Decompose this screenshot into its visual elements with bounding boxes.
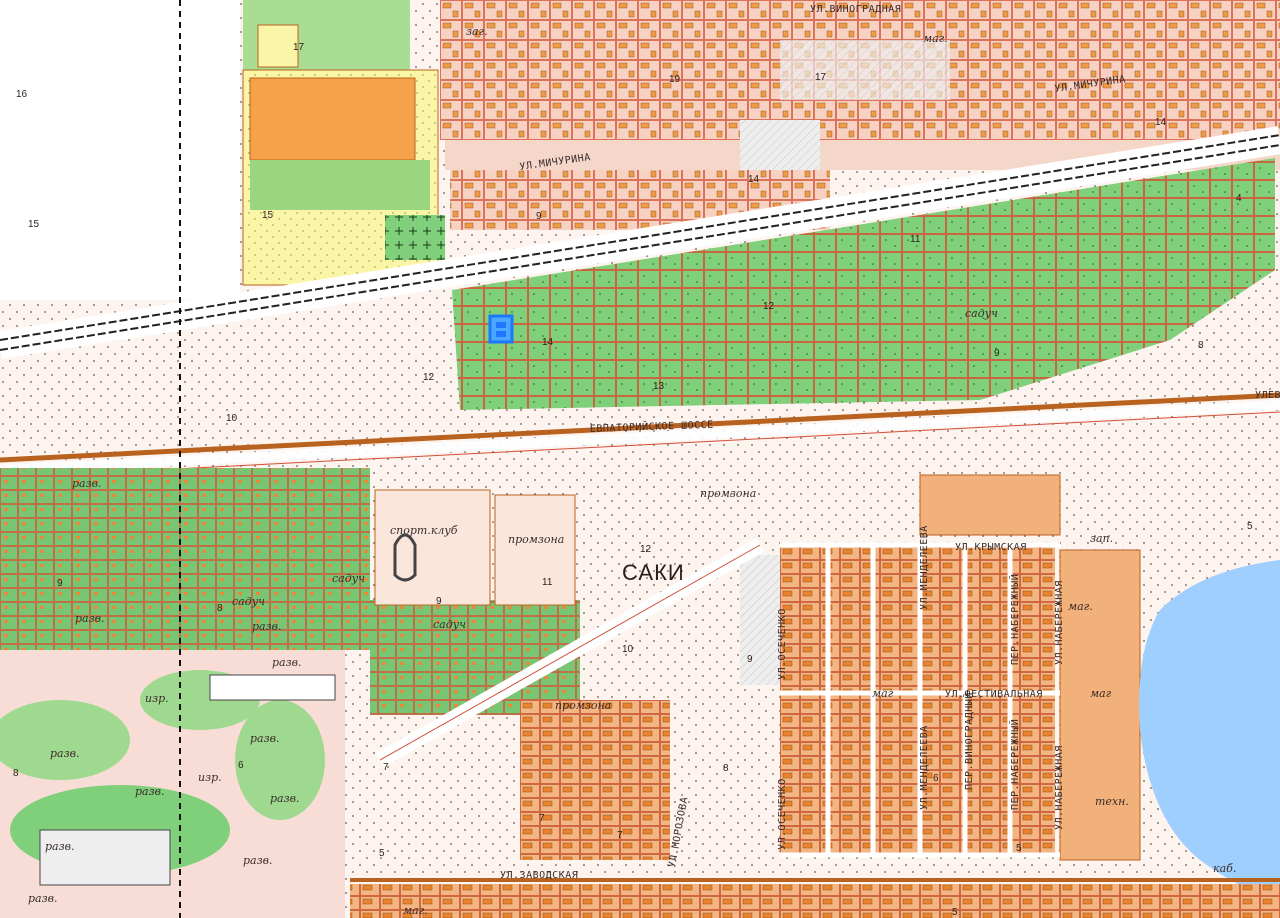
street-label-vinogradnaya: УЛ.ВИНОГРАДНАЯ — [810, 4, 901, 15]
street-label-mendeleeva-2: УЛ.МЕНДЕЛЕЕВА — [919, 725, 930, 810]
label-sad-2: садуч — [332, 572, 365, 585]
topographic-map[interactable]: УЛ.ВИНОГРАДНАЯ УЛ.МИЧУРИНА УЛ.МИЧУРИНА Е… — [0, 0, 1280, 918]
street-label-naberezhnaya-2: УЛ.НАБЕРЕЖНАЯ — [1054, 745, 1065, 830]
number-5d: 5 — [952, 907, 958, 918]
label-razv-5: разв. — [250, 732, 280, 745]
street-label-kuchenko-2: УЛ.ОСЕЧЕНКО — [777, 778, 788, 850]
number-6: 6 — [238, 760, 244, 771]
label-mag-top: маг. — [923, 32, 948, 45]
street-label-ulev: УЛЕВ — [1255, 390, 1280, 401]
number-5: 5 — [379, 848, 385, 859]
number-7c: 7 — [617, 830, 623, 841]
number-8d: 8 — [1198, 340, 1204, 351]
number-7: 7 — [383, 762, 389, 773]
number-13: 13 — [653, 381, 665, 392]
number-9b: 9 — [536, 211, 542, 222]
selected-parcel-marker-icon[interactable] — [488, 314, 514, 344]
label-promzona-1: промзона — [508, 533, 564, 546]
number-10b: 10 — [622, 644, 634, 655]
label-mag-2: маг — [1090, 687, 1112, 700]
street-label-naberezhnaya: УЛ.НАБЕРЕЖНАЯ — [1054, 580, 1065, 665]
number-5c: 5 — [1247, 521, 1253, 532]
number-4: 4 — [1236, 193, 1242, 204]
label-promzona-3: промзона — [555, 699, 611, 712]
number-6b: 6 — [933, 773, 939, 784]
label-razv-7: разв. — [135, 785, 165, 798]
label-izr-2: изр. — [198, 771, 222, 784]
label-razv-10: разв. — [243, 854, 273, 867]
number-17: 17 — [293, 42, 305, 53]
number-14c: 14 — [748, 174, 760, 185]
number-15: 15 — [28, 219, 40, 230]
label-razv-9: разв. — [45, 840, 75, 853]
street-label-kuchenko: УЛ.ОСЕЧЕНКО — [777, 608, 788, 680]
settlement-name: САКИ — [622, 560, 685, 585]
label-mag-3: маг. — [1068, 600, 1093, 613]
number-9: 9 — [994, 348, 1000, 359]
street-label-pervoprohodny: ПЕР.ВИНОГРАДНЫЙ — [962, 692, 975, 790]
label-razv-4: разв. — [272, 656, 302, 669]
number-17b: 17 — [815, 72, 827, 83]
street-label-festivalnaya: УЛ.ФЕСТИВАЛЬНАЯ — [945, 689, 1043, 700]
label-kab: каб. — [1213, 862, 1236, 875]
label-tekh: техн. — [1095, 795, 1129, 808]
number-9e: 9 — [747, 654, 753, 665]
number-16: 16 — [16, 89, 28, 100]
street-label-krymskaya: УЛ.КРЫМСКАЯ — [955, 542, 1027, 553]
street-label-pernaberezhny: ПЕР.НАБЕРЕЖНЫЙ — [1008, 574, 1021, 665]
number-5b: 5 — [1016, 843, 1022, 854]
number-7b: 7 — [539, 813, 545, 824]
label-izr-1: изр. — [145, 692, 169, 705]
label-mag-1: маг — [872, 687, 894, 700]
number-9d: 9 — [436, 596, 442, 607]
number-15b: 15 — [262, 210, 274, 221]
number-19: 19 — [669, 74, 681, 85]
label-sports-club: спорт.клуб — [390, 524, 458, 537]
label-razv-6: разв. — [50, 747, 80, 760]
number-12: 12 — [423, 372, 435, 383]
label-razv-8: разв. — [270, 792, 300, 805]
number-14b: 14 — [1155, 117, 1167, 128]
street-label-mendeleeva: УЛ.МЕНДЕЛЕЕВА — [919, 525, 930, 610]
number-12b: 12 — [763, 301, 775, 312]
label-sad-1: садуч — [965, 307, 998, 320]
number-10: 10 — [226, 413, 238, 424]
number-8c: 8 — [13, 768, 19, 779]
label-razv-11: разв. — [28, 892, 58, 905]
number-9c: 9 — [57, 578, 63, 589]
number-14: 14 — [542, 337, 554, 348]
label-promzona-2: промзона — [700, 487, 756, 500]
street-label-zavodskaya: УЛ.ЗАВОДСКАЯ — [500, 870, 578, 881]
label-razv-1: разв. — [72, 477, 102, 490]
label-sad-3: садуч — [232, 595, 265, 608]
label-sad-4: садуч — [433, 618, 466, 631]
label-razv-3: разв. — [252, 620, 282, 633]
number-8: 8 — [217, 603, 223, 614]
label-zag: заг. — [466, 25, 488, 38]
number-11b: 11 — [542, 577, 553, 588]
label-zap: зап. — [1090, 532, 1113, 545]
label-razv-2: разв. — [75, 612, 105, 625]
street-label-pernaberezhny-2: ПЕР.НАБЕРЕЖНЫЙ — [1008, 719, 1021, 810]
number-12c: 12 — [640, 544, 652, 555]
number-8b: 8 — [723, 763, 729, 774]
number-11: 11 — [910, 234, 921, 245]
label-mag-5: маг. — [403, 904, 428, 917]
